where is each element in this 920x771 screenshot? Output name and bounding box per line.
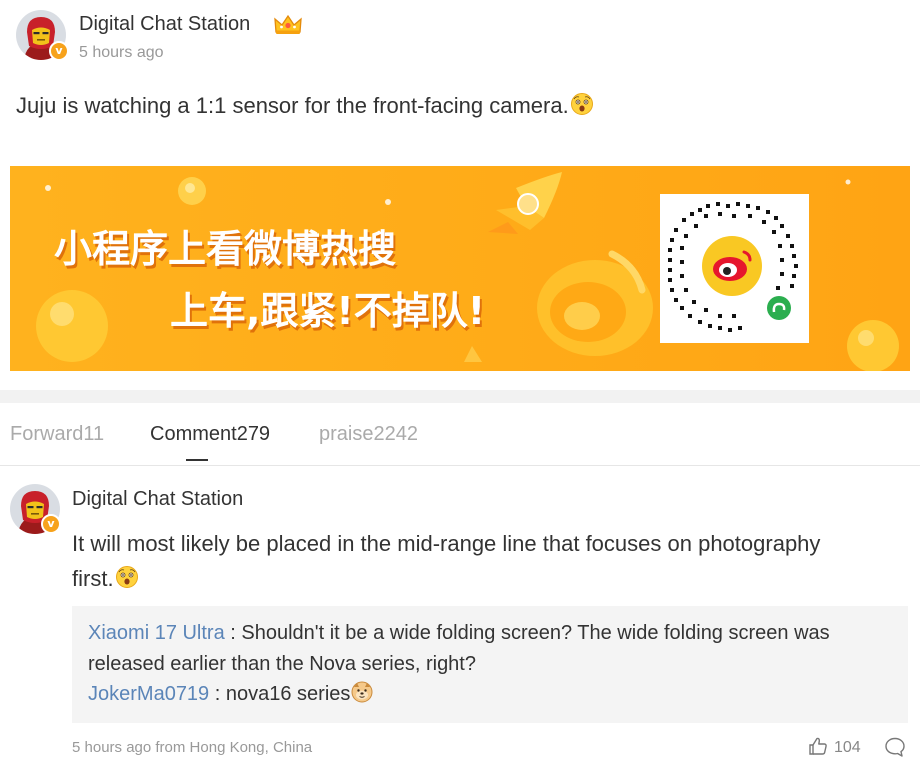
comment-item: v Digital Chat Station It will most like… <box>0 466 920 771</box>
reply-item: Xiaomi 17 Ultra : Shouldn't it be a wide… <box>88 618 888 680</box>
tab-praise[interactable]: praise2242 <box>319 423 418 446</box>
like-count: 104 <box>834 739 861 756</box>
reply-item: JokerMa0719 : nova16 series <box>88 679 888 713</box>
comment-meta: 5 hours ago from Hong Kong, China <box>72 739 313 756</box>
comment-text-content: It will most likely be placed in the mid… <box>72 531 821 591</box>
doge-face-icon <box>351 681 373 713</box>
banner-subheadline: 上车,跟紧!不掉队! <box>170 289 486 333</box>
reply-text: nova16 series <box>225 683 351 705</box>
tab-comment[interactable]: Comment279 <box>150 423 270 446</box>
section-divider <box>0 390 920 403</box>
promo-banner[interactable]: 小程序上看微博热搜 上车,跟紧!不掉队! <box>10 166 910 371</box>
surprised-face-icon <box>570 92 594 122</box>
post-author-name[interactable]: Digital Chat Station <box>79 13 250 36</box>
comment-author-name[interactable]: Digital Chat Station <box>72 488 243 511</box>
surprised-face-icon <box>115 564 139 599</box>
post-timestamp: 5 hours ago <box>79 44 164 61</box>
reply-username[interactable]: Xiaomi 17 Ultra <box>88 622 225 644</box>
post-text: Juju is watching a 1:1 sensor for the fr… <box>16 92 594 122</box>
tab-forward[interactable]: Forward11 <box>10 423 104 446</box>
reply-separator: : <box>209 683 226 705</box>
verified-badge-icon: v <box>49 41 69 61</box>
verified-badge-icon: v <box>41 514 61 534</box>
post-header: v Digital Chat Station 5 hours ago <box>16 10 896 70</box>
crown-icon <box>273 13 303 35</box>
reply-button[interactable] <box>884 736 906 758</box>
thumbs-up-icon <box>809 737 827 755</box>
reply-separator: : <box>224 622 242 644</box>
comment-text: It will most likely be placed in the mid… <box>72 526 832 599</box>
weibo-qr-code-icon <box>660 194 809 343</box>
post-tabs: Forward11 Comment279 praise2242 <box>0 403 920 466</box>
post-text-content: Juju is watching a 1:1 sensor for the fr… <box>16 93 569 118</box>
comment-bubble-icon <box>885 737 905 757</box>
reply-username[interactable]: JokerMa0719 <box>88 683 209 705</box>
reply-thread[interactable]: Xiaomi 17 Ultra : Shouldn't it be a wide… <box>72 606 908 723</box>
banner-headline: 小程序上看微博热搜 <box>54 227 397 271</box>
active-tab-indicator <box>186 459 208 461</box>
